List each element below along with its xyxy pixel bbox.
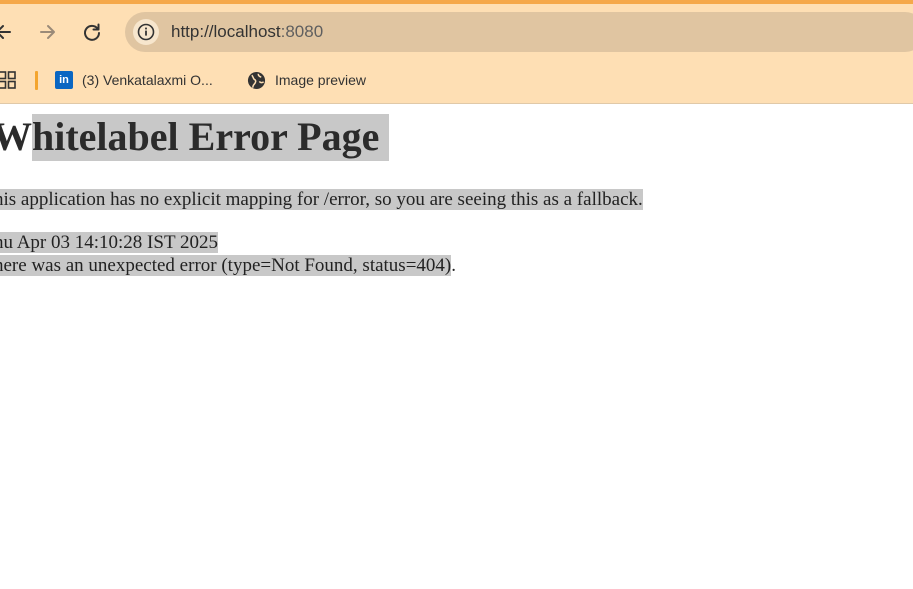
bookmarks-bar: in (3) Venkatalaxmi O... Image preview: [0, 56, 913, 100]
reload-icon: [84, 23, 100, 41]
error-message-text: his application has no explicit mapping …: [0, 189, 643, 210]
error-detail: here was an unexpected error (type=Not F…: [0, 255, 456, 277]
arrow-left-icon: [0, 25, 11, 39]
back-button[interactable]: [0, 18, 18, 46]
address-bar[interactable]: http://localhost:8080: [125, 12, 913, 52]
error-detail-text: here was an unexpected error (type=Not F…: [0, 255, 452, 276]
bookmark-label: (3) Venkatalaxmi O...: [82, 72, 213, 88]
address-url[interactable]: http://localhost:8080: [171, 22, 323, 42]
info-icon: [137, 23, 155, 41]
page-content: Whitelabel Error Page his application ha…: [0, 104, 913, 589]
bookmark-image-preview[interactable]: Image preview: [247, 67, 366, 93]
page-title-first-letter: W: [0, 114, 32, 159]
bookmark-label: Image preview: [275, 72, 367, 88]
error-message: his application has no explicit mapping …: [0, 189, 643, 211]
reload-button[interactable]: [78, 18, 106, 46]
forward-button[interactable]: [33, 18, 61, 46]
browser-toolbar: http://localhost:8080 in (3) Venkatalaxm…: [0, 4, 913, 104]
arrow-right-icon: [40, 25, 55, 39]
error-detail-period: .: [451, 255, 456, 276]
apps-button[interactable]: [0, 71, 16, 89]
bookmark-linkedin[interactable]: in (3) Venkatalaxmi O...: [55, 67, 213, 93]
address-host: http://localhost: [171, 22, 281, 41]
address-port: :8080: [280, 22, 324, 41]
bookmark-separator: [35, 71, 38, 90]
page-title-selected-text: hitelabel Error Page: [32, 114, 390, 161]
linkedin-icon: in: [55, 71, 73, 89]
error-timestamp: hu Apr 03 14:10:28 IST 2025: [0, 232, 218, 254]
page-title: Whitelabel Error Page: [0, 114, 390, 161]
globe-icon: [247, 71, 266, 90]
site-info-button[interactable]: [133, 19, 159, 45]
error-timestamp-text: hu Apr 03 14:10:28 IST 2025: [0, 232, 218, 253]
apps-grid-icon: [0, 71, 16, 89]
